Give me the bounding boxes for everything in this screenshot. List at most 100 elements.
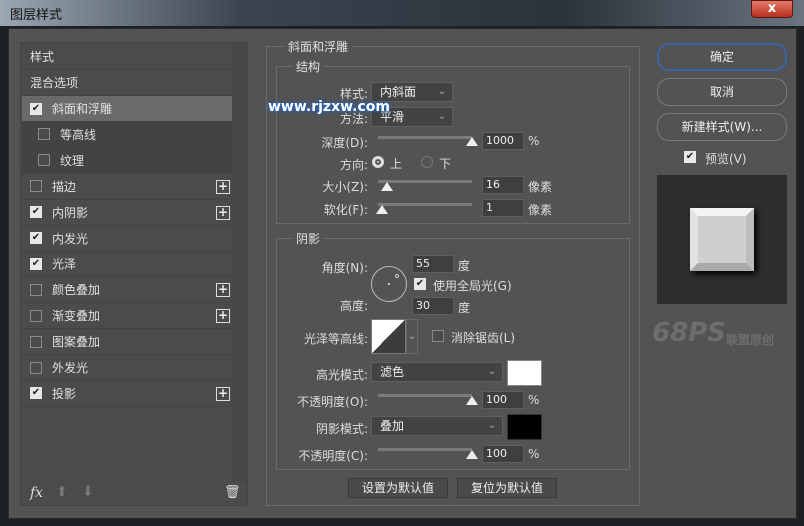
move-up-icon[interactable]: ⬆ bbox=[56, 484, 68, 500]
highlight-opacity-input[interactable]: 100 bbox=[482, 391, 524, 409]
chevron-down-icon: ⌄ bbox=[437, 86, 446, 97]
style-checkbox[interactable] bbox=[30, 361, 42, 374]
cancel-button[interactable]: 取消 bbox=[657, 78, 787, 106]
style-item[interactable]: 颜色叠加 + bbox=[22, 277, 232, 304]
add-instance-icon[interactable]: + bbox=[216, 205, 230, 220]
style-item[interactable]: ✔ 内发光 bbox=[22, 226, 232, 252]
highlight-opacity-track[interactable] bbox=[378, 394, 472, 397]
reset-default-button[interactable]: 复位为默认值 bbox=[457, 478, 557, 498]
style-item-label: 图案叠加 bbox=[52, 335, 101, 350]
shadow-opacity-thumb[interactable] bbox=[466, 450, 478, 459]
highlight-mode-select[interactable]: 滤色 ⌄ bbox=[371, 362, 503, 382]
highlight-mode-label: 高光模式: bbox=[315, 368, 368, 382]
style-item[interactable]: ✔ 内阴影 + bbox=[22, 200, 232, 226]
style-item[interactable]: ✔ 光泽 bbox=[22, 251, 232, 278]
size-slider-thumb[interactable] bbox=[381, 182, 394, 191]
style-item[interactable]: ✔ 投影 + bbox=[22, 381, 232, 407]
depth-input[interactable]: 1000 bbox=[482, 132, 524, 150]
ok-button[interactable]: 确定 bbox=[657, 43, 787, 71]
soften-slider-thumb[interactable] bbox=[376, 205, 388, 214]
style-item-label: 描边 bbox=[52, 179, 77, 194]
shadow-opacity-input[interactable]: 100 bbox=[482, 445, 524, 463]
highlight-opacity-label: 不透明度(O): bbox=[297, 395, 368, 409]
style-preview bbox=[657, 175, 787, 304]
style-item[interactable]: ✔ 斜面和浮雕 bbox=[22, 96, 232, 122]
fx-menu-button[interactable]: fx bbox=[30, 485, 43, 501]
style-item-label: 等高线 bbox=[60, 127, 97, 142]
style-item-label: 投影 bbox=[52, 386, 77, 401]
add-instance-icon[interactable]: + bbox=[216, 309, 230, 324]
close-button[interactable]: x bbox=[751, 0, 793, 18]
angle-label: 角度(N): bbox=[321, 261, 368, 275]
add-instance-icon[interactable]: + bbox=[216, 386, 230, 401]
style-checkbox[interactable] bbox=[30, 335, 42, 348]
soften-slider-track[interactable] bbox=[378, 203, 472, 206]
direction-up-label: 上 bbox=[390, 157, 403, 171]
shadow-mode-label: 阴影模式: bbox=[315, 422, 368, 436]
direction-down-radio[interactable] bbox=[421, 156, 433, 168]
style-checkbox[interactable]: ✔ bbox=[30, 102, 42, 115]
chevron-down-icon: ⌄ bbox=[487, 420, 496, 431]
depth-slider-track[interactable] bbox=[378, 136, 472, 139]
style-item[interactable]: 纹理 bbox=[22, 147, 232, 174]
watermark-logo-text: 联盟原创 bbox=[726, 333, 775, 347]
style-checkbox[interactable]: ✔ bbox=[30, 257, 42, 270]
style-checkbox[interactable] bbox=[38, 128, 50, 141]
preview-checkbox[interactable]: ✔ bbox=[684, 151, 696, 163]
style-checkbox[interactable] bbox=[38, 154, 50, 167]
style-checkbox[interactable]: ✔ bbox=[30, 387, 42, 400]
highlight-opacity-thumb[interactable] bbox=[466, 396, 478, 405]
direction-down-label: 下 bbox=[439, 157, 452, 171]
style-item-label: 内阴影 bbox=[52, 205, 89, 220]
shadow-opacity-track[interactable] bbox=[378, 448, 472, 451]
new-style-button[interactable]: 新建样式(W)... bbox=[657, 113, 787, 141]
style-checkbox[interactable] bbox=[30, 180, 42, 193]
size-input[interactable]: 16 bbox=[482, 176, 524, 194]
angle-unit: 度 bbox=[458, 259, 471, 273]
gloss-contour-dropdown[interactable]: ⌄ bbox=[406, 319, 418, 354]
add-instance-icon[interactable]: + bbox=[216, 179, 230, 194]
angle-input[interactable]: 55 bbox=[412, 255, 454, 273]
gloss-contour-label: 光泽等高线: bbox=[303, 332, 368, 346]
style-item[interactable]: 描边 + bbox=[22, 174, 232, 200]
window-title: 图层样式 bbox=[10, 8, 63, 23]
global-light-label: 使用全局光(G) bbox=[433, 279, 512, 293]
style-item[interactable]: 渐变叠加 + bbox=[22, 303, 232, 330]
list-scrollbar[interactable] bbox=[232, 44, 246, 482]
style-checkbox[interactable]: ✔ bbox=[30, 232, 42, 244]
shadow-color-swatch[interactable] bbox=[507, 414, 542, 440]
shadow-opacity-unit: % bbox=[528, 447, 540, 461]
preview-label: 预览(V) bbox=[705, 152, 747, 166]
soften-unit: 像素 bbox=[528, 203, 553, 217]
depth-slider-thumb[interactable] bbox=[466, 137, 478, 146]
soften-label: 软化(F): bbox=[323, 203, 368, 217]
title-bar bbox=[0, 0, 804, 26]
altitude-input[interactable]: 30 bbox=[412, 297, 454, 315]
antialias-checkbox[interactable] bbox=[432, 330, 444, 342]
angle-dial[interactable] bbox=[371, 266, 407, 302]
style-item[interactable]: 图案叠加 bbox=[22, 329, 232, 356]
chevron-down-icon: ⌄ bbox=[437, 111, 446, 122]
blending-options[interactable]: 混合选项 bbox=[22, 70, 232, 96]
move-down-icon[interactable]: ⬇ bbox=[82, 484, 94, 500]
preview-swatch bbox=[690, 208, 754, 271]
style-item-label: 纹理 bbox=[60, 153, 85, 168]
soften-input[interactable]: 1 bbox=[482, 199, 524, 217]
make-default-button[interactable]: 设置为默认值 bbox=[348, 478, 448, 498]
trash-icon[interactable]: 🗑 bbox=[224, 485, 241, 500]
style-item-label: 外发光 bbox=[52, 361, 89, 375]
watermark-logo: 68PS bbox=[652, 318, 726, 348]
direction-up-radio[interactable] bbox=[372, 156, 384, 168]
style-checkbox[interactable] bbox=[30, 283, 42, 296]
gloss-contour-picker[interactable] bbox=[371, 319, 406, 354]
style-checkbox[interactable]: ✔ bbox=[30, 206, 42, 219]
altitude-unit: 度 bbox=[458, 301, 471, 315]
shadow-mode-select[interactable]: 叠加 ⌄ bbox=[371, 416, 503, 436]
add-instance-icon[interactable]: + bbox=[216, 283, 230, 298]
highlight-color-swatch[interactable] bbox=[507, 360, 542, 386]
style-item[interactable]: 等高线 bbox=[22, 121, 232, 148]
global-light-checkbox[interactable]: ✔ bbox=[414, 278, 426, 290]
style-item[interactable]: 外发光 bbox=[22, 355, 232, 381]
styles-header[interactable]: 样式 bbox=[22, 44, 232, 70]
style-checkbox[interactable] bbox=[30, 309, 42, 322]
